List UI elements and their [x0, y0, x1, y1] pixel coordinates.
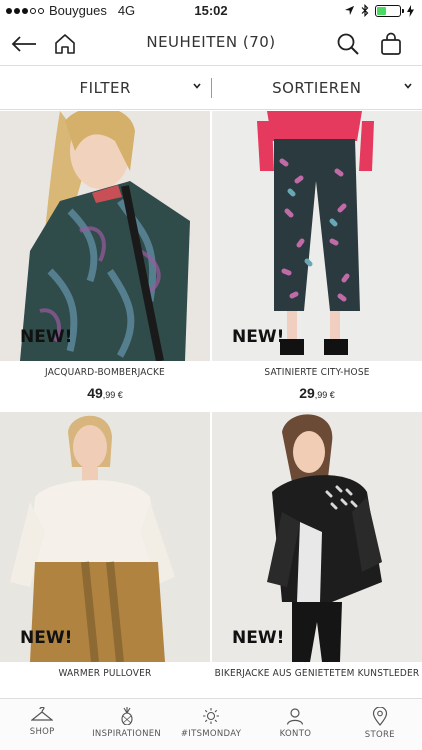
product-image[interactable]: NEW!: [0, 412, 210, 662]
product-photo-city-trousers: [212, 111, 422, 361]
product-image[interactable]: NEW!: [0, 111, 210, 361]
tab-konto[interactable]: KONTO: [253, 699, 337, 750]
product-card[interactable]: NEW! BIKERJACKE AUS GENIETETEM KUNSTLEDE…: [212, 412, 422, 679]
status-icons: [344, 4, 414, 17]
filter-button[interactable]: FILTER: [0, 67, 211, 109]
product-image[interactable]: NEW!: [212, 111, 422, 361]
filter-label: FILTER: [79, 79, 131, 97]
tab-label: STORE: [364, 730, 395, 740]
product-card[interactable]: NEW! JACQUARD-BOMBERJACKE 49,99 €: [0, 111, 210, 401]
product-name[interactable]: BIKERJACKE AUS GENIETETEM KUNSTLEDER: [212, 668, 422, 679]
chevron-down-icon: [192, 83, 201, 89]
home-button[interactable]: [51, 30, 79, 58]
location-arrow-icon: [344, 5, 355, 16]
product-name[interactable]: JACQUARD-BOMBERJACKE: [0, 367, 210, 378]
product-photo-biker-jacket: [212, 412, 422, 662]
home-icon: [55, 34, 75, 54]
charging-bolt-icon: [407, 4, 414, 17]
product-photo-bomber-jacket: [0, 111, 210, 361]
new-badge: NEW!: [20, 628, 73, 648]
back-button[interactable]: [10, 30, 38, 58]
shopping-bag-button[interactable]: [377, 30, 405, 58]
new-badge: NEW!: [232, 327, 285, 347]
page-title: NEUHEITEN (70): [146, 33, 276, 51]
tab-label: KONTO: [279, 729, 312, 739]
location-pin-icon: [372, 707, 387, 726]
filter-sort-bar: FILTER SORTIEREN: [0, 67, 422, 110]
tab-shop[interactable]: SHOP: [0, 699, 84, 750]
tab-itsmonday[interactable]: #ITSMONDAY: [169, 699, 253, 750]
product-image[interactable]: NEW!: [212, 412, 422, 662]
hanger-icon: [31, 707, 54, 721]
tab-label: #ITSMONDAY: [180, 729, 242, 739]
sort-button[interactable]: SORTIEREN: [212, 67, 422, 109]
new-badge: NEW!: [20, 327, 73, 347]
search-icon: [337, 33, 359, 55]
arrow-left-icon: [11, 36, 36, 52]
tab-label: INSPIRATIONEN: [92, 729, 162, 739]
tab-inspirationen[interactable]: INSPIRATIONEN: [84, 699, 168, 750]
chevron-down-icon: [404, 83, 412, 89]
new-badge: NEW!: [232, 628, 285, 648]
price-main: 49: [87, 385, 103, 401]
shopping-bag-icon: [381, 32, 401, 55]
product-price: 29,99 €: [212, 385, 422, 401]
price-main: 29: [299, 385, 315, 401]
tab-bar: SHOP INSPIRATIONEN #ITSMONDAY KONTO STOR…: [0, 698, 422, 750]
sort-label: SORTIEREN: [272, 79, 362, 97]
price-cents: ,99 €: [102, 390, 123, 400]
tab-label: SHOP: [29, 727, 55, 737]
pineapple-icon: [121, 707, 133, 725]
product-card[interactable]: NEW! SATINIERTE CITY-HOSE 29,99 €: [212, 111, 422, 401]
user-icon: [287, 708, 304, 725]
product-photo-warm-pullover: [0, 412, 210, 662]
product-name[interactable]: WARMER PULLOVER: [0, 668, 210, 679]
navigation-bar: NEUHEITEN (70): [0, 22, 422, 66]
price-cents: ,99 €: [314, 390, 335, 400]
tab-store[interactable]: STORE: [338, 699, 422, 750]
product-name[interactable]: SATINIERTE CITY-HOSE: [212, 367, 422, 378]
sun-icon: [203, 708, 220, 724]
search-button[interactable]: [334, 30, 362, 58]
product-card[interactable]: NEW! WARMER PULLOVER: [0, 412, 210, 679]
bluetooth-icon: [361, 4, 369, 17]
status-bar: Bouygues 4G 15:02: [0, 0, 422, 22]
product-price: 49,99 €: [0, 385, 210, 401]
battery-icon: [375, 4, 404, 17]
